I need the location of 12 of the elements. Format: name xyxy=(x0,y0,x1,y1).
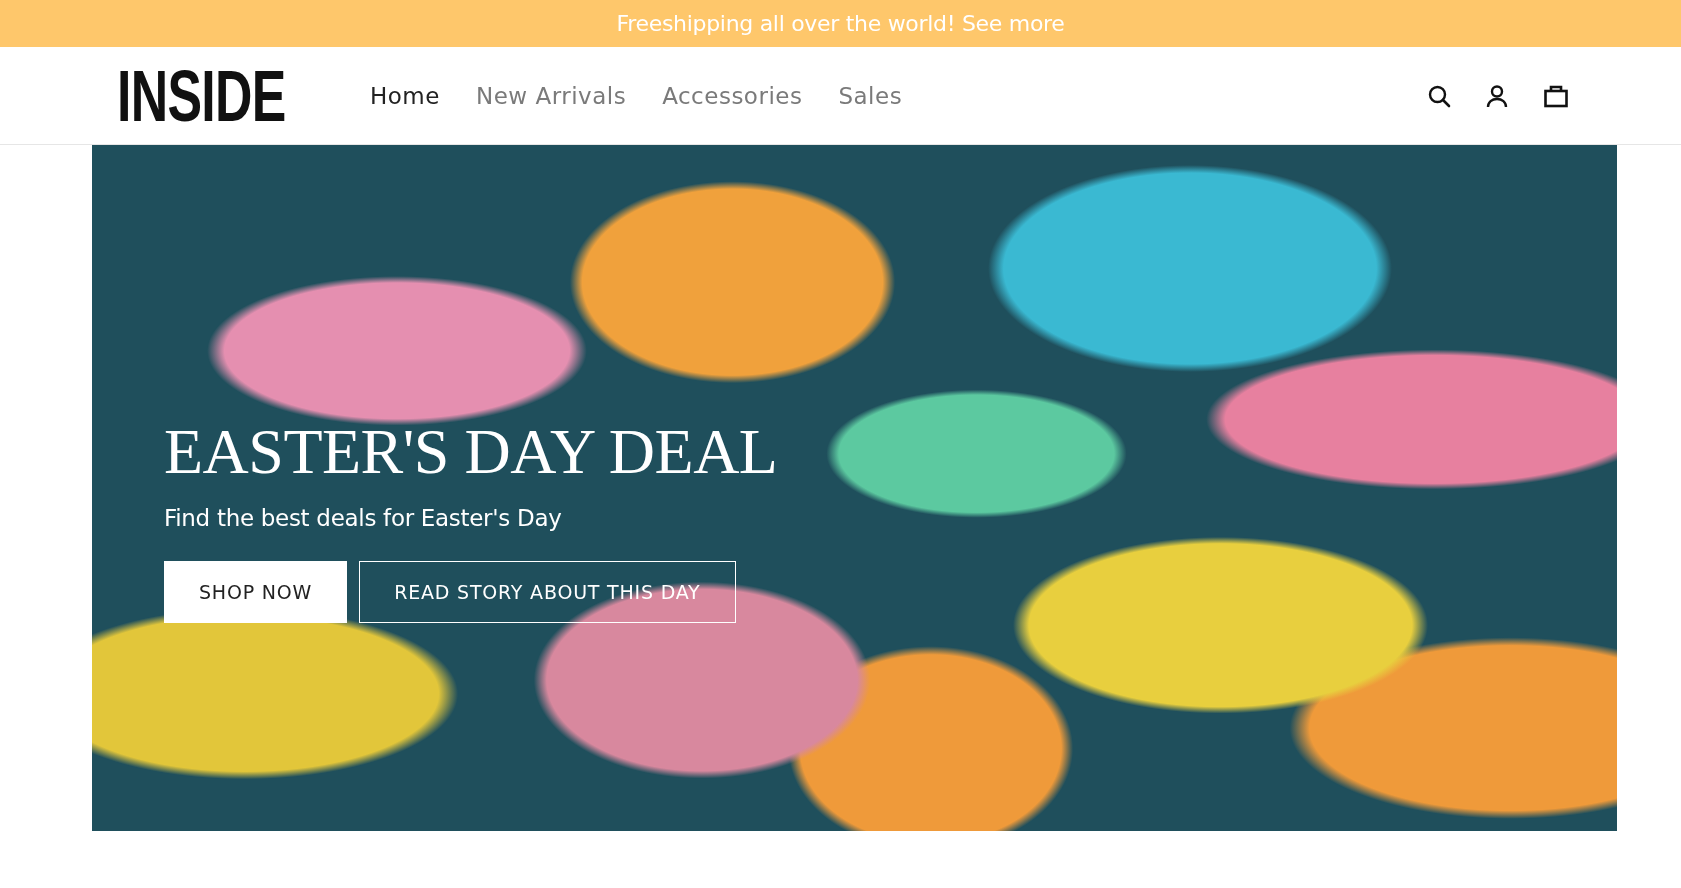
read-story-button[interactable]: READ STORY ABOUT THIS DAY xyxy=(359,561,736,623)
search-icon[interactable] xyxy=(1427,83,1451,108)
shop-now-button[interactable]: SHOP NOW xyxy=(164,561,348,623)
nav-link[interactable]: New Arrivals xyxy=(475,82,627,109)
logo[interactable]: INSIDE xyxy=(117,63,286,128)
hero-title: EASTER'S DAY DEAL xyxy=(164,415,778,489)
nav-link[interactable]: Accessories xyxy=(662,82,803,109)
user-icon[interactable] xyxy=(1485,83,1509,108)
shopping-bag-icon[interactable] xyxy=(1543,83,1569,108)
nav-link[interactable]: Sales xyxy=(838,82,903,109)
nav-link[interactable]: Home xyxy=(370,82,440,109)
hero-subtitle: Find the best deals for Easter's Day xyxy=(164,505,563,531)
